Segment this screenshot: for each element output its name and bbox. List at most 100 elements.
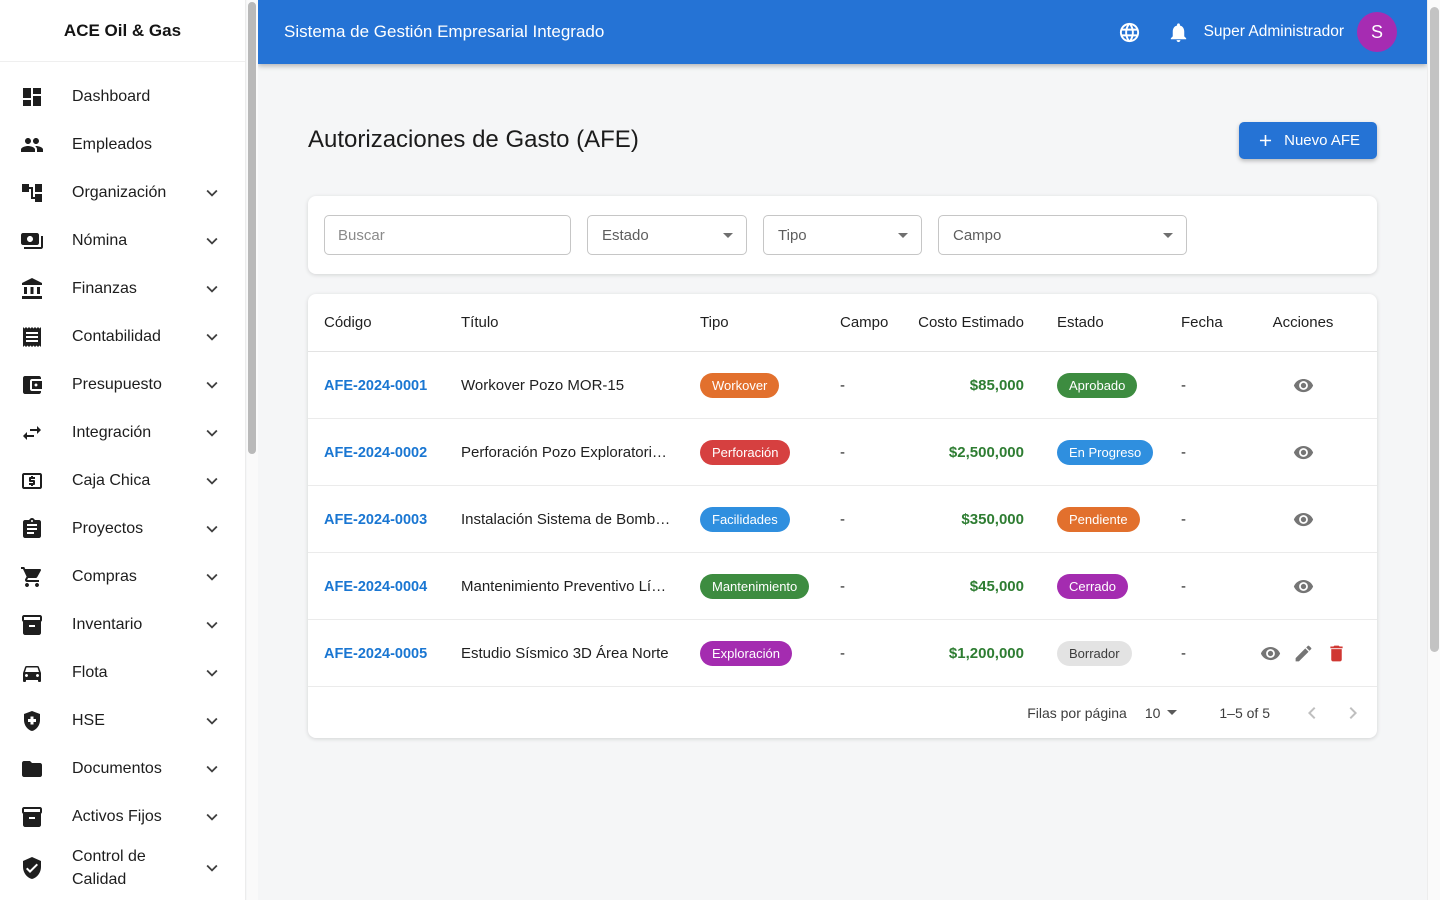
inventory-box-icon [22,807,42,827]
cell-codigo: AFE-2024-0003 [308,511,445,528]
sidebar-item-inventario[interactable]: Inventario [0,601,245,649]
sidebar-item-integracion[interactable]: Integración [0,409,245,457]
table-row: AFE-2024-0001 Workover Pozo MOR-15 Workove… [308,352,1377,420]
view-button[interactable] [1293,375,1314,396]
sidebar-item-empleados[interactable]: Empleados [0,121,245,169]
sidebar-item-flota[interactable]: Flota [0,649,245,697]
new-afe-button[interactable]: Nuevo AFE [1239,121,1377,159]
afe-code-link[interactable]: AFE-2024-0003 [324,512,427,528]
cell-codigo: AFE-2024-0004 [308,578,445,595]
view-button[interactable] [1261,643,1281,664]
cell-campo: - [840,577,845,595]
cell-campo: - [840,376,845,394]
chevron-down-icon [1163,232,1173,238]
main-scrollbar-track[interactable] [1427,0,1440,900]
type-chip: Mantenimiento [700,573,810,599]
edit-button[interactable] [1293,643,1314,664]
cell-costo: $2,500,000 [908,444,1041,461]
cell-costo: $85,000 [908,377,1041,394]
view-button[interactable] [1293,576,1314,597]
table-row: AFE-2024-0004 Mantenimiento Preventivo Lí… [308,553,1377,621]
sidebar-item-organizacion[interactable]: Organización [0,169,245,217]
afe-table: Código Título Tipo Campo Costo Estimado … [308,294,1377,739]
afe-code-link[interactable]: AFE-2024-0004 [324,579,427,595]
rows-per-page-select[interactable]: 10 [1145,705,1178,721]
sidebar-item-presupuesto[interactable]: Presupuesto [0,361,245,409]
trash-icon [1329,645,1343,662]
sidebar-item-dashboard[interactable]: Dashboard [0,73,245,121]
campo-select[interactable]: Campo [938,215,1187,256]
cell-acciones [1261,643,1345,664]
sidebar-item-label: HSE [72,712,105,730]
tipo-select[interactable]: Tipo [763,215,922,256]
eye-icon [1293,445,1313,459]
chevron-down-icon [206,573,218,581]
sidebar-item-documentos[interactable]: Documentos [0,745,245,793]
estado-select[interactable]: Estado [587,215,747,256]
chevron-down-icon [1167,710,1178,716]
cell-acciones [1261,509,1345,530]
delete-button[interactable] [1326,643,1346,664]
type-chip: Exploración [700,640,792,666]
cell-acciones [1261,576,1345,597]
cell-campo: - [840,510,845,528]
sidebar-item-control-calidad[interactable]: Control de Calidad [0,841,245,895]
pagination-next-button[interactable] [1341,701,1365,725]
main-scrollbar-thumb[interactable] [1430,7,1439,652]
estimated-cost: $45,000 [969,577,1024,595]
cell-codigo: AFE-2024-0005 [308,645,445,662]
sidebar-item-label: Inventario [72,616,143,634]
sidebar-scrollbar-thumb[interactable] [248,2,256,454]
sidebar-item-activos-fijos[interactable]: Activos Fijos [0,793,245,841]
sidebar-item-finanzas[interactable]: Finanzas [0,265,245,313]
main-area: Sistema de Gestión Empresarial Integrado… [258,0,1427,900]
column-header-tipo: Tipo [700,314,729,332]
estimated-cost: $1,200,000 [948,644,1024,662]
car-icon [23,666,41,682]
afe-code-link[interactable]: AFE-2024-0001 [324,378,427,394]
chevron-down-icon [723,232,733,238]
appbar-right: Super Administrador S [1118,12,1397,52]
sidebar-item-proyectos[interactable]: Proyectos [0,505,245,553]
status-chip: Borrador [1057,640,1132,666]
folder-icon [22,761,42,777]
view-button[interactable] [1293,509,1314,530]
search-input[interactable] [324,215,571,256]
sidebar-item-label: Proyectos [72,520,144,538]
cell-fecha: - [1181,644,1186,662]
table-row: AFE-2024-0003 Instalación Sistema de Bomb… [308,486,1377,554]
sidebar-item-label: Control de Calidad [72,848,146,889]
receipt-icon [23,327,41,347]
sidebar-item-caja-chica[interactable]: Caja Chica [0,457,245,505]
sidebar-item-compras[interactable]: Compras [0,553,245,601]
globe-icon[interactable] [1118,21,1141,44]
sidebar-item-contabilidad[interactable]: Contabilidad [0,313,245,361]
campo-select-label: Campo [953,226,1002,244]
sidebar-scrollbar-track[interactable] [247,0,258,900]
eye-icon [1293,579,1313,593]
bell-icon[interactable] [1167,21,1190,44]
view-button[interactable] [1293,442,1314,463]
sidebar-item-label: Presupuesto [72,376,162,394]
sidebar-nav: Dashboard Empleados Organización Nómina Fina… [0,62,245,895]
clipboard-icon [23,518,41,538]
sidebar-item-nomina[interactable]: Nómina [0,217,245,265]
sidebar-item-hse[interactable]: HSE [0,697,245,745]
cell-estado: En Progreso [1041,439,1165,465]
cell-tipo: Perforación [684,439,824,465]
cell-acciones [1261,442,1345,463]
chevron-left-icon [1308,706,1316,719]
avatar[interactable]: S [1357,12,1397,52]
cell-titulo: Perforación Pozo Exploratori… [445,444,684,461]
column-header-codigo: Código [324,314,372,332]
shield-plus-icon [24,711,40,731]
eye-icon [1293,378,1313,392]
table-row: AFE-2024-0002 Perforación Pozo Explorator… [308,419,1377,487]
afe-code-link[interactable]: AFE-2024-0005 [324,646,427,662]
pagination-prev-button[interactable] [1300,701,1324,725]
afe-title: Perforación Pozo Exploratori… [461,443,667,461]
new-afe-button-label: Nuevo AFE [1284,131,1360,149]
afe-code-link[interactable]: AFE-2024-0002 [324,445,427,461]
plus-icon [1260,134,1272,146]
sidebar-item-label: Empleados [72,136,153,154]
